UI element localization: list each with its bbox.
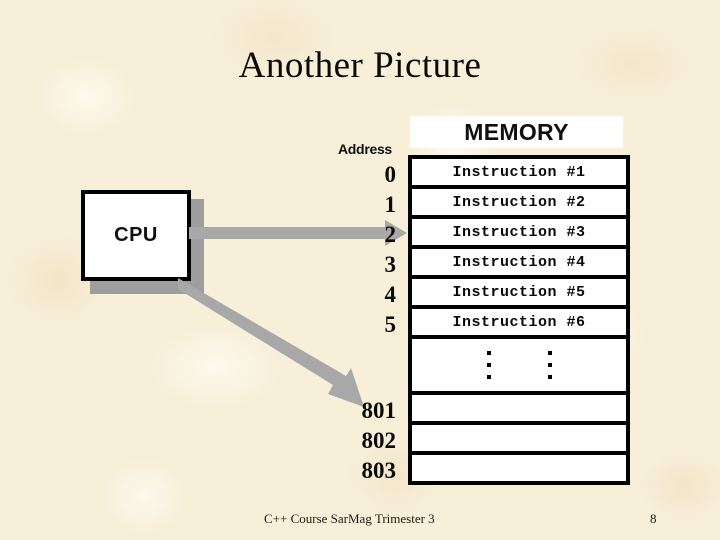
memory-header-label: MEMORY — [464, 118, 569, 145]
address-label: 0 — [384, 162, 397, 187]
address-label: 2 — [384, 222, 397, 247]
memory-cell: Instruction #4 — [412, 249, 626, 279]
vertical-ellipsis-icon — [547, 351, 552, 379]
vertical-ellipsis-icon — [486, 351, 491, 379]
memory-cell: Instruction #3 — [412, 219, 626, 249]
memory-cell — [412, 455, 626, 485]
page-number: 8 — [650, 511, 657, 526]
memory-cell: Instruction #6 — [412, 309, 626, 339]
cpu-label: CPU — [114, 224, 158, 246]
footer-course-text: C++ Course SarMag Trimester 3 — [264, 511, 435, 526]
address-label-ellipsis — [320, 340, 402, 396]
address-label: 1 — [384, 192, 397, 217]
address-label: 802 — [361, 428, 397, 453]
address-label: 801 — [361, 398, 397, 423]
address-label: 3 — [384, 252, 397, 277]
cpu-box: CPU — [81, 190, 191, 281]
memory-cell — [412, 425, 626, 455]
memory-cell — [412, 395, 626, 425]
address-label: 4 — [384, 282, 397, 307]
address-label: 5 — [384, 312, 397, 337]
memory-header-box: MEMORY — [410, 116, 623, 148]
address-column: 0 1 2 3 4 5 801 802 803 — [320, 160, 402, 486]
memory-table: Instruction #1 Instruction #2 Instructio… — [408, 155, 630, 485]
memory-cell-ellipsis — [412, 339, 626, 395]
page-title: Another Picture — [238, 45, 482, 86]
address-column-caption: Address — [338, 141, 392, 157]
slide-canvas: Another Picture CPU MEMORY Address 0 1 2… — [0, 0, 720, 540]
memory-cell: Instruction #1 — [412, 159, 626, 189]
memory-cell: Instruction #5 — [412, 279, 626, 309]
memory-cell: Instruction #2 — [412, 189, 626, 219]
address-label: 803 — [361, 458, 397, 483]
